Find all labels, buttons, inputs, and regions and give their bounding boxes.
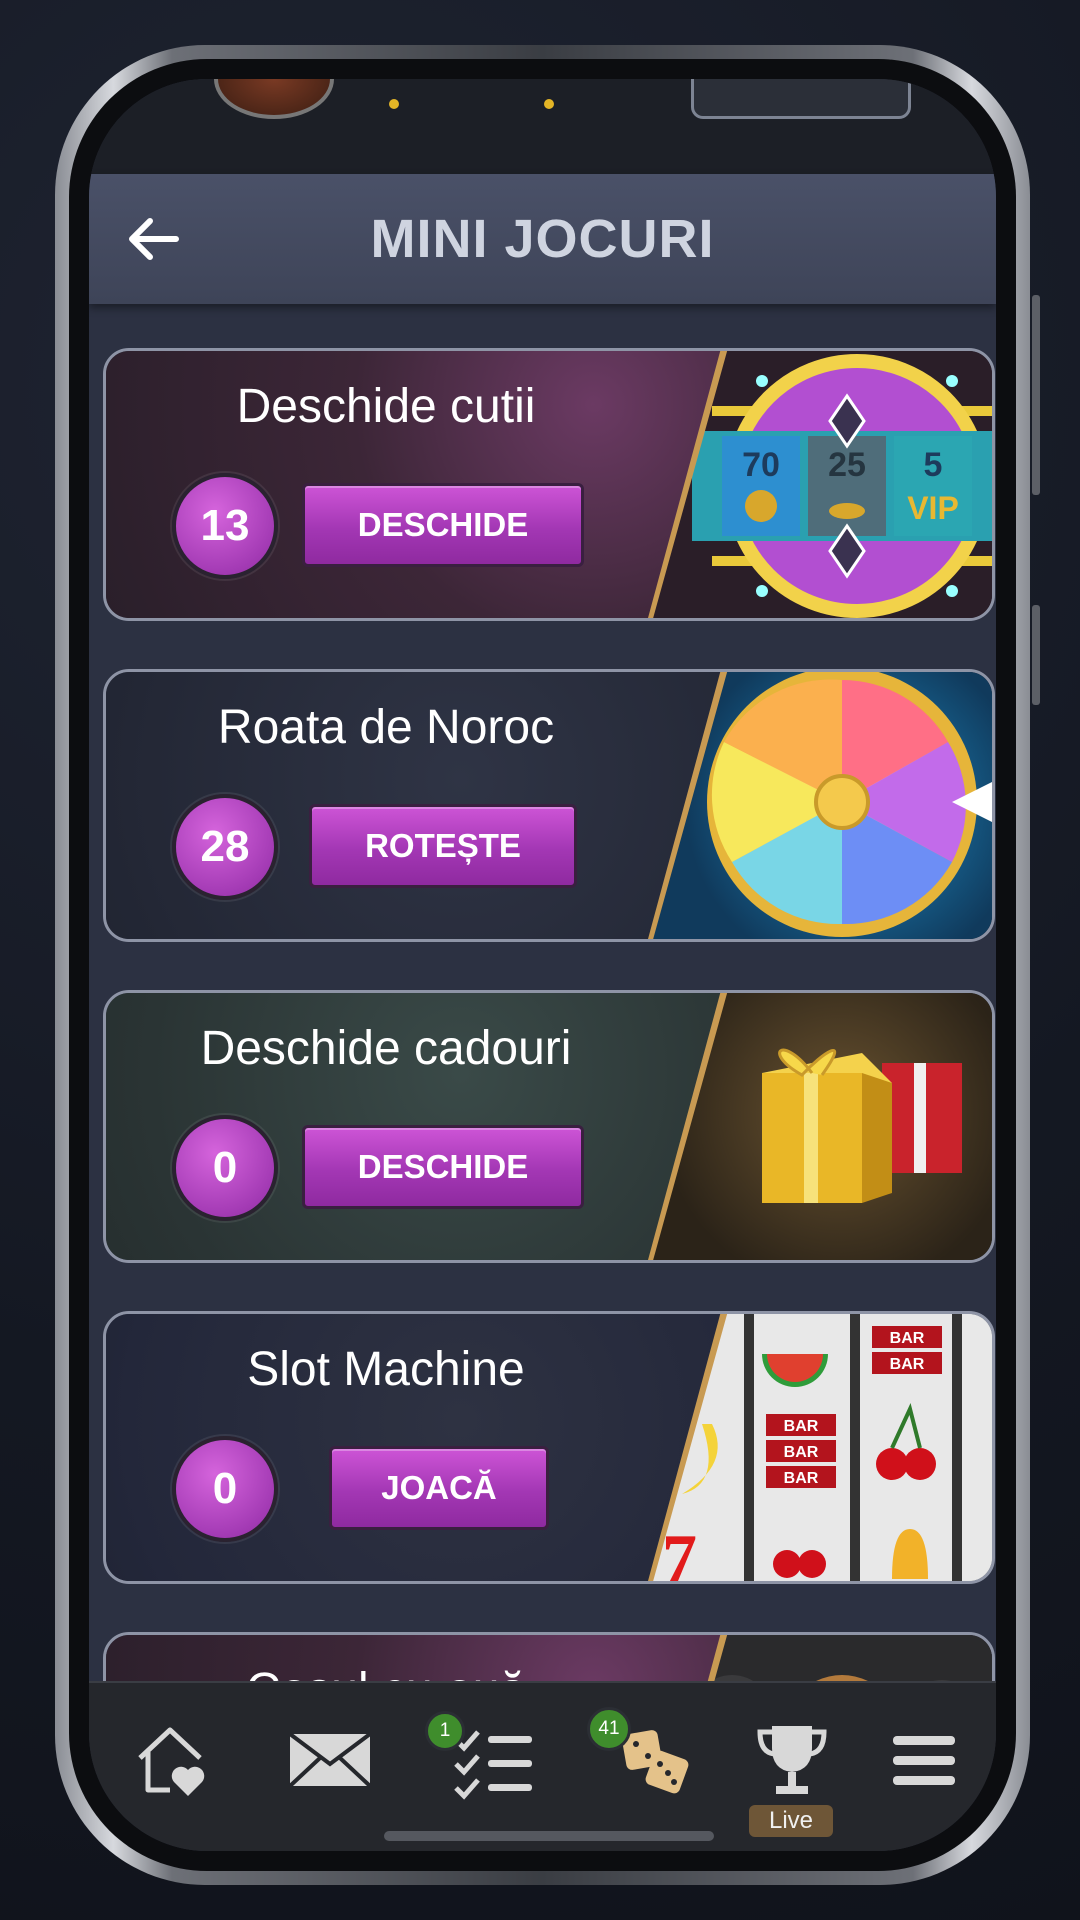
svg-text:BAR: BAR xyxy=(890,1330,925,1347)
game-card-cosul-cu-oua[interactable]: Coșul cu ouă xyxy=(103,1632,995,1681)
svg-text:BAR: BAR xyxy=(890,1356,925,1373)
arrow-left-icon xyxy=(129,218,179,260)
count-badge: 0 xyxy=(172,1436,278,1542)
svg-text:BAR: BAR xyxy=(784,1444,819,1461)
nav-tasks[interactable]: 1 xyxy=(425,1711,541,1805)
coin-icon xyxy=(214,79,334,119)
game-title: Deschide cutii xyxy=(236,380,536,433)
game-title: Deschide cadouri xyxy=(200,1022,572,1075)
svg-text:VIP: VIP xyxy=(907,490,959,526)
mini-games-list: 70 25 5 VIP Deschide cutii 13 DESCHIDE R… xyxy=(89,304,996,1681)
top-button xyxy=(691,79,911,119)
open-gifts-button[interactable]: DESCHIDE xyxy=(302,1125,584,1209)
tasks-count-badge: 1 xyxy=(425,1711,465,1751)
game-card-roata-de-noroc[interactable]: Roata de Noroc 28 ROTEȘTE xyxy=(103,669,995,942)
svg-text:BAR: BAR xyxy=(784,1470,819,1487)
game-card-deschide-cutii[interactable]: 70 25 5 VIP Deschide cutii 13 DESCHIDE xyxy=(103,348,995,621)
page-title: MINI JOCURI xyxy=(370,209,715,269)
open-boxes-button[interactable]: DESCHIDE xyxy=(302,483,584,567)
header-bar: MINI JOCURI xyxy=(89,174,996,304)
svg-text:7: 7 xyxy=(662,1521,697,1584)
game-title: Roata de Noroc xyxy=(217,701,555,754)
mail-icon xyxy=(288,1732,372,1788)
game-card-deschide-cadouri[interactable]: Deschide cadouri 0 DESCHIDE xyxy=(103,990,995,1263)
top-strip xyxy=(89,79,996,174)
count-badge: 28 xyxy=(172,794,278,900)
svg-text:5: 5 xyxy=(924,446,943,484)
menu-icon xyxy=(893,1736,955,1785)
back-button[interactable] xyxy=(119,204,189,274)
nav-messages[interactable] xyxy=(285,1715,375,1805)
games-count-badge: 41 xyxy=(587,1707,631,1751)
game-title: Coșul cu ouă xyxy=(106,1663,666,1681)
nav-games[interactable]: 41 xyxy=(587,1707,699,1805)
app-screen: MINI JOCURI 70 25 5 VIP Deschide cutii 1… xyxy=(89,79,996,1851)
play-button[interactable]: JOACĂ xyxy=(329,1446,549,1530)
live-label: Live xyxy=(749,1805,833,1837)
trophy-icon xyxy=(757,1726,827,1794)
home-indicator xyxy=(384,1831,714,1841)
nav-home[interactable] xyxy=(127,1715,217,1805)
spin-button[interactable]: ROTEȘTE xyxy=(309,804,577,888)
nav-menu[interactable] xyxy=(879,1715,969,1805)
nav-live[interactable] xyxy=(747,1715,837,1805)
home-heart-icon xyxy=(138,1727,205,1796)
phone-frame: MINI JOCURI 70 25 5 VIP Deschide cutii 1… xyxy=(55,45,1040,1885)
game-card-slot-machine[interactable]: BAR BAR BAR BAR BAR 7 Slot Machine 0 JOA… xyxy=(103,1311,995,1584)
svg-text:70: 70 xyxy=(742,446,780,484)
bottom-nav: 1 41 Live xyxy=(89,1681,996,1851)
count-badge: 13 xyxy=(172,473,278,579)
count-badge: 0 xyxy=(172,1115,278,1221)
game-title: Slot Machine xyxy=(247,1343,525,1396)
svg-text:25: 25 xyxy=(828,446,866,484)
svg-text:BAR: BAR xyxy=(784,1418,819,1435)
